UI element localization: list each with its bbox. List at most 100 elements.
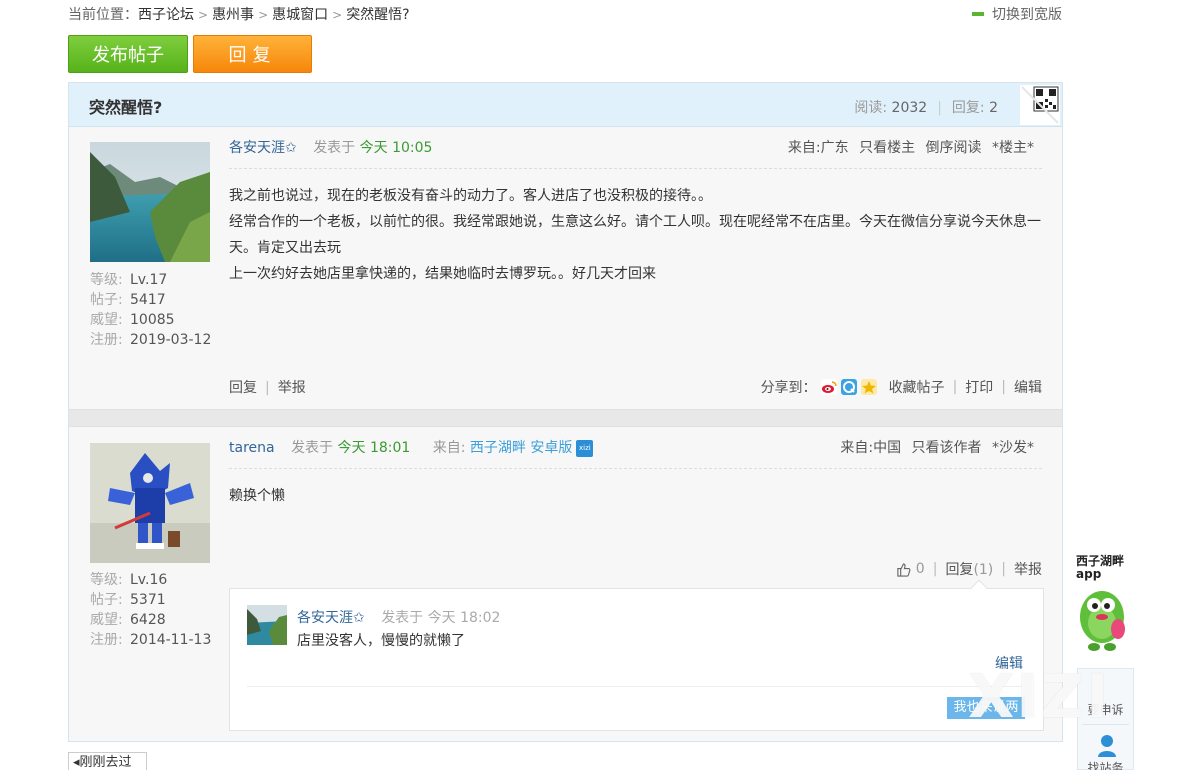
registered-label: 注册:	[90, 632, 123, 648]
app-download-widget[interactable]: 西子湖畔 app	[1076, 555, 1136, 659]
edit-link[interactable]: 编辑	[1014, 377, 1042, 397]
post-paragraph: 上一次约好去她店里拿快递的，结果她临时去博罗玩。。好几天才回来	[229, 266, 656, 282]
only-op-link[interactable]: 只看楼主	[859, 140, 915, 156]
post-content: 赖换个懒	[229, 483, 1042, 509]
author-link[interactable]: tarena	[229, 440, 275, 456]
reply-link[interactable]: 回复(1)	[945, 559, 993, 579]
recently-visited-button[interactable]: ◂刚刚去过	[68, 752, 147, 770]
person-icon	[1098, 735, 1116, 757]
from-app-label: 来自:	[432, 440, 466, 456]
avatar[interactable]	[247, 605, 287, 645]
post-floor-1: 等级: Lv.17 帖子: 5417 威望: 10085 注册: 2019-03-12 …	[69, 127, 1062, 409]
thread-title-bar: 突然醒悟? 阅读: 2032 | 回复: 2	[69, 83, 1062, 127]
post-divider	[69, 409, 1062, 427]
edit-link[interactable]: 编辑	[995, 653, 1023, 673]
sub-reply-time: 发表于 今天 18:02	[381, 610, 501, 626]
post-paragraph: 经常合作的一个老板，以前忙的很。我经常跟她说，生意这么好。请个工人呗。现在呢经常…	[229, 214, 1041, 256]
breadcrumb-separator-icon: >	[332, 8, 343, 22]
author-link[interactable]: 各安天涯✩	[229, 140, 297, 156]
divider	[1082, 724, 1129, 725]
reply-label: 回复:	[951, 100, 985, 116]
post-content: 我之前也说过，现在的老板没有奋斗的动力了。客人进店了也没积极的接待。。 经常合作…	[229, 183, 1042, 287]
me-too-comment-button[interactable]: 我也来说两	[947, 697, 1025, 719]
post-paragraph: 赖换个懒	[229, 488, 285, 504]
registered-value: 2019-03-12	[130, 332, 212, 348]
only-author-link[interactable]: 只看该作者	[912, 440, 982, 456]
like-count: 0	[915, 561, 925, 577]
qzone-icon[interactable]	[840, 379, 857, 395]
breadcrumb-prefix: 当前位置：	[68, 7, 138, 23]
reply-link[interactable]: 回复	[229, 380, 257, 396]
report-link[interactable]: 举报	[278, 380, 306, 396]
author-link[interactable]: 各安天涯✩	[297, 610, 365, 626]
xizi-app-icon[interactable]: xizi	[576, 439, 594, 457]
side-tools: 要申诉 找站务	[1077, 668, 1134, 770]
posted-label: 发表于	[291, 440, 334, 456]
level-label: 等级:	[90, 572, 123, 588]
thumbs-up-icon	[897, 562, 911, 577]
reply-count: (1)	[973, 562, 994, 578]
print-link[interactable]: 打印	[965, 377, 993, 397]
find-admin-button[interactable]: 找站务	[1078, 759, 1133, 770]
avatar[interactable]	[90, 443, 210, 563]
reply-label: 回复	[945, 562, 974, 578]
registered-label: 注册:	[90, 332, 123, 348]
reverse-order-link[interactable]: 倒序阅读	[926, 140, 982, 156]
reply-count: 2	[989, 100, 998, 116]
thread-title: 突然醒悟?	[89, 98, 163, 117]
qr-code-icon[interactable]	[1020, 85, 1060, 125]
level-value: Lv.17	[130, 272, 168, 288]
share-label: 分享到：	[760, 380, 817, 396]
posts-label: 帖子:	[90, 592, 123, 608]
sub-reply-text: 店里没客人，慢慢的就懒了	[297, 633, 465, 649]
weibo-icon[interactable]	[820, 379, 837, 395]
breadcrumb: 当前位置：西子论坛 > 惠州事 > 惠城窗口 > 突然醒悟?	[68, 4, 410, 24]
post-paragraph: 我之前也说过，现在的老板没有奋斗的动力了。客人进店了也没积极的接待。。	[229, 188, 712, 204]
level-value: Lv.16	[130, 572, 168, 588]
sub-reply-box: 各安天涯✩ 发表于 今天 18:02 店里没客人，慢慢的就懒了 编辑 我也来说两	[229, 579, 1044, 731]
post-location: 来自:中国	[840, 440, 902, 456]
prestige-value: 10085	[130, 312, 175, 328]
post-time: 今天 18:01	[337, 440, 411, 456]
breadcrumb-forum[interactable]: 西子论坛	[138, 7, 194, 23]
like-button[interactable]: 0	[896, 561, 925, 577]
breadcrumb-separator-icon: >	[258, 8, 269, 22]
breadcrumb-current[interactable]: 突然醒悟?	[346, 7, 409, 23]
breadcrumb-huicheng[interactable]: 惠城窗口	[272, 7, 328, 23]
new-post-button[interactable]: 发布帖子	[68, 35, 188, 73]
breadcrumb-huizhou[interactable]: 惠州事	[212, 7, 254, 23]
mascot-icon	[1076, 583, 1136, 659]
report-link[interactable]: 举报	[1014, 559, 1042, 579]
user-stats: 等级: Lv.16 帖子: 5371 威望: 6428 注册: 2014-11-13	[90, 570, 211, 650]
post-actions: 0 | 回复(1) | 举报	[896, 559, 1042, 579]
caret-icon	[970, 579, 988, 597]
prestige-label: 威望:	[90, 312, 123, 328]
floor-label: *楼主*	[992, 140, 1034, 156]
wide-version-toggle[interactable]: 切换到宽版	[972, 4, 1062, 24]
posts-label: 帖子:	[90, 292, 123, 308]
post-floor-2: 等级: Lv.16 帖子: 5371 威望: 6428 注册: 2014-11-13 t…	[69, 427, 1062, 743]
post-header: 各安天涯✩ 发表于 今天 10:05 来自:广东 只看楼主 倒序阅读 *楼主*	[229, 137, 1042, 169]
minus-icon	[972, 12, 984, 16]
posted-label: 发表于	[313, 140, 356, 156]
post-location: 来自:广东	[787, 140, 849, 156]
thread-panel: 突然醒悟? 阅读: 2032 | 回复: 2 等级: Lv.17 帖子: 541…	[68, 82, 1063, 742]
favorite-link[interactable]: 收藏帖子	[889, 377, 945, 397]
appeal-button[interactable]: 要申诉	[1078, 701, 1133, 718]
sub-reply-header: 各安天涯✩ 发表于 今天 18:02	[297, 607, 500, 627]
posts-value: 5371	[130, 592, 166, 608]
divider	[247, 686, 1023, 687]
star-share-icon[interactable]	[860, 379, 877, 395]
prestige-label: 威望:	[90, 612, 123, 628]
app-source-link[interactable]: 西子湖畔 安卓版	[470, 440, 572, 456]
read-count: 2032	[891, 100, 928, 116]
wide-version-label: 切换到宽版	[992, 7, 1062, 23]
thread-stats: 阅读: 2032 | 回复: 2	[854, 100, 998, 116]
read-label: 阅读:	[854, 100, 888, 116]
floor-label: *沙发*	[992, 440, 1034, 456]
prestige-value: 6428	[130, 612, 166, 628]
app-label-sub: app	[1076, 567, 1102, 581]
post-footer: 回复 | 举报 分享到： 收藏帖子 | 打印 | 编辑	[229, 377, 1042, 397]
avatar[interactable]	[90, 142, 210, 262]
reply-button[interactable]: 回复	[193, 35, 312, 73]
